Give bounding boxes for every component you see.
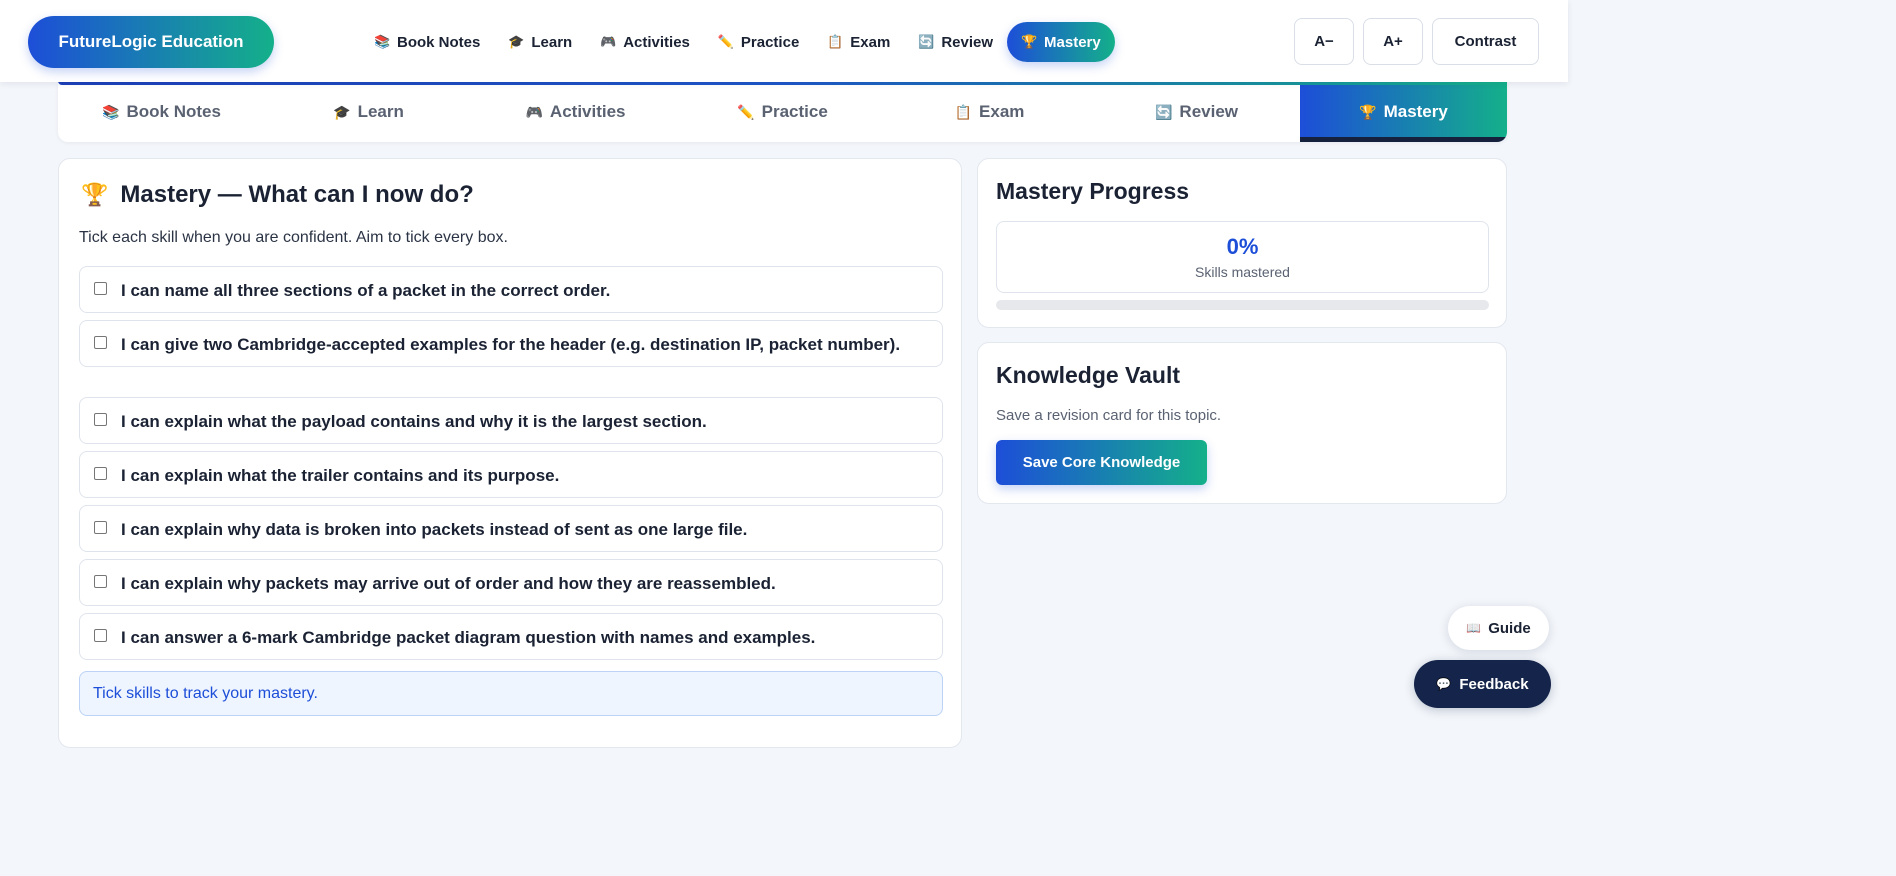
top-nav-label: Learn (531, 33, 573, 51)
gamepad-icon: 🎮 (525, 103, 543, 120)
graduation-cap-icon: 🎓 (333, 103, 351, 120)
top-nav-learn[interactable]: 🎓 Learn (494, 22, 586, 62)
refresh-icon: 🔄 (1154, 103, 1173, 120)
feedback-label: Feedback (1459, 675, 1529, 693)
mastery-card: 🏆 Mastery — What can I now do? Tick each… (58, 158, 962, 748)
tab-mastery[interactable]: 🏆 Mastery (1300, 82, 1507, 142)
increase-font-button[interactable]: A+ (1363, 18, 1423, 65)
guide-button[interactable]: 📖 Guide (1448, 606, 1549, 650)
progress-title: Mastery Progress (996, 178, 1190, 204)
top-nav-exam[interactable]: 📋 Exam (813, 22, 904, 62)
gamepad-icon: 🎮 (600, 34, 617, 49)
clipboard-icon: 📋 (827, 34, 844, 49)
skill-item[interactable]: I can answer a 6-mark Cambridge packet d… (79, 613, 943, 660)
skill-text: I can explain why packets may arrive out… (121, 574, 776, 593)
skill-checkbox[interactable] (94, 336, 107, 349)
skill-item[interactable]: I can give two Cambridge-accepted exampl… (79, 320, 943, 367)
tab-label: Exam (979, 102, 1025, 121)
skill-checkbox[interactable] (94, 575, 107, 588)
top-nav-mastery[interactable]: 🏆 Mastery (1007, 22, 1115, 62)
refresh-icon: 🔄 (918, 34, 935, 49)
brand-name: FutureLogic Education (58, 32, 244, 51)
top-nav: 📚 Book Notes 🎓 Learn 🎮 Activities ✏️ Pra… (360, 22, 1115, 62)
top-header: FutureLogic Education 📚 Book Notes 🎓 Lea… (0, 0, 1568, 82)
vault-title: Knowledge Vault (996, 362, 1181, 388)
tab-activities[interactable]: 🎮 Activities (472, 82, 679, 142)
knowledge-vault-card: Knowledge Vault Save a revision card for… (977, 342, 1507, 504)
skill-checkbox[interactable] (94, 629, 107, 642)
skill-text: I can explain why data is broken into pa… (121, 520, 748, 539)
skill-item[interactable]: I can explain why packets may arrive out… (79, 559, 943, 606)
skill-item[interactable]: I can name all three sections of a packe… (79, 266, 943, 313)
tab-practice[interactable]: ✏️ Practice (679, 82, 886, 142)
skill-checkbox[interactable] (94, 282, 107, 295)
skill-text: I can explain what the trailer contains … (121, 466, 560, 485)
tab-learn[interactable]: 🎓 Learn (265, 82, 472, 142)
progress-summary: 0% Skills mastered (996, 221, 1489, 293)
top-nav-label: Practice (740, 33, 800, 51)
pencil-icon: ✏️ (717, 34, 735, 49)
book-icon: 📖 (1466, 621, 1482, 635)
skill-checkbox[interactable] (94, 413, 107, 426)
trophy-icon: 🏆 (1021, 34, 1038, 49)
accessibility-controls: A− A+ Contrast (1294, 18, 1539, 65)
tab-label: Activities (549, 102, 626, 121)
tab-label: Book Notes (126, 102, 221, 121)
clipboard-icon: 📋 (954, 103, 973, 120)
mastery-title: 🏆 Mastery — What can I now do? (81, 181, 474, 209)
skill-text: I can explain what the payload contains … (121, 412, 707, 431)
decrease-font-button[interactable]: A− (1294, 18, 1354, 65)
tab-label: Mastery (1383, 102, 1448, 121)
books-icon: 📚 (374, 34, 391, 49)
top-nav-label: Book Notes (397, 33, 481, 51)
skill-item[interactable]: I can explain why data is broken into pa… (79, 505, 943, 552)
progress-percent: 0% (1226, 234, 1259, 259)
books-icon: 📚 (102, 103, 120, 120)
tab-book-notes[interactable]: 📚 Book Notes (58, 82, 265, 142)
top-nav-practice[interactable]: ✏️ Practice (704, 22, 813, 62)
save-core-knowledge-button[interactable]: Save Core Knowledge (996, 440, 1207, 485)
contrast-button[interactable]: Contrast (1432, 18, 1539, 65)
speech-bubble-icon: 💬 (1436, 677, 1452, 691)
mastery-title-text: Mastery — What can I now do? (120, 181, 474, 208)
tab-label: Practice (761, 102, 828, 121)
top-nav-book-notes[interactable]: 📚 Book Notes (360, 22, 494, 62)
top-nav-label: Review (941, 33, 994, 51)
section-tabs: 📚 Book Notes 🎓 Learn 🎮 Activities ✏️ Pra… (58, 82, 1507, 142)
mastery-subtitle: Tick each skill when you are confident. … (79, 229, 508, 246)
top-nav-review[interactable]: 🔄 Review (904, 22, 1007, 62)
skill-text: I can give two Cambridge-accepted exampl… (121, 335, 901, 354)
vault-subtitle: Save a revision card for this topic. (996, 407, 1222, 424)
top-nav-label: Exam (850, 33, 891, 51)
skill-checkbox[interactable] (94, 467, 107, 480)
tab-label: Review (1179, 102, 1239, 121)
progress-bar (996, 300, 1489, 310)
mastery-notice: Tick skills to track your mastery. (79, 671, 943, 716)
graduation-cap-icon: 🎓 (508, 34, 525, 49)
skill-text: I can answer a 6-mark Cambridge packet d… (121, 628, 816, 647)
feedback-button[interactable]: 💬 Feedback (1414, 660, 1551, 708)
skill-checkbox[interactable] (94, 521, 107, 534)
pencil-icon: ✏️ (737, 103, 755, 120)
tab-exam[interactable]: 📋 Exam (886, 82, 1093, 142)
progress-card: Mastery Progress 0% Skills mastered (977, 158, 1507, 328)
skill-item[interactable]: I can explain what the payload contains … (79, 397, 943, 444)
tab-label: Learn (357, 102, 404, 121)
top-nav-label: Activities (623, 33, 690, 51)
skill-text: I can name all three sections of a packe… (121, 281, 611, 300)
skill-item[interactable]: I can explain what the trailer contains … (79, 451, 943, 498)
progress-caption: Skills mastered (1195, 264, 1290, 280)
guide-label: Guide (1488, 619, 1531, 637)
tab-review[interactable]: 🔄 Review (1093, 82, 1300, 142)
top-nav-label: Mastery (1044, 33, 1101, 51)
trophy-icon: 🏆 (1359, 103, 1377, 120)
brand-logo-button[interactable]: FutureLogic Education (28, 16, 274, 68)
trophy-icon: 🏆 (81, 182, 109, 207)
top-nav-activities[interactable]: 🎮 Activities (586, 22, 704, 62)
